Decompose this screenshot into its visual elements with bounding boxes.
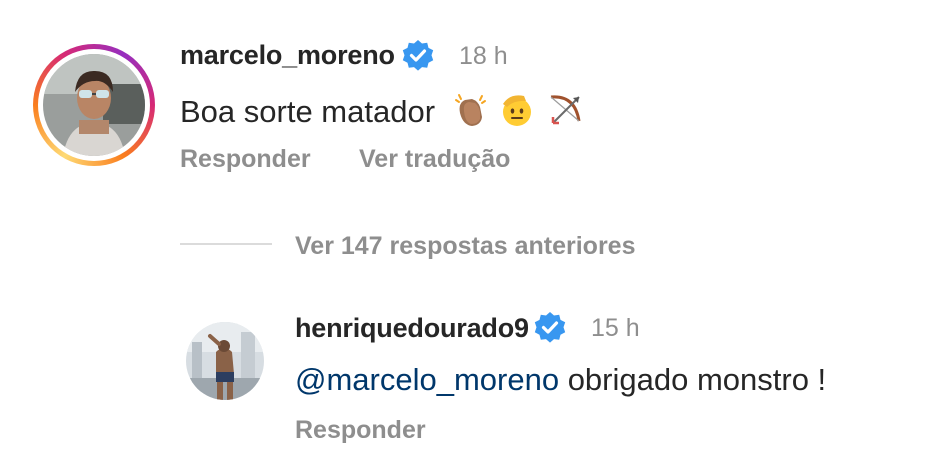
reply-button[interactable]: Responder [180, 145, 311, 174]
reply-button[interactable]: Responder [295, 416, 426, 445]
bow-and-arrow-emoji-icon [545, 91, 585, 137]
comment-text-row: Boa sorte matador [180, 91, 585, 137]
comment-timestamp: 18 h [459, 42, 508, 70]
verified-badge-icon [533, 311, 567, 345]
avatar[interactable] [43, 54, 145, 156]
clapping-hands-emoji-icon [452, 91, 490, 137]
reply-timestamp: 15 h [591, 314, 640, 342]
story-ring-gap [38, 49, 150, 161]
comment-text: Boa sorte matador [180, 94, 436, 130]
verified-badge-icon [401, 39, 435, 73]
view-previous-replies-button[interactable]: Ver 147 respostas anteriores [295, 232, 635, 261]
reply-text-row: @marcelo_moreno obrigado monstro ! [295, 362, 826, 398]
avatar-photo-marcelo [43, 54, 145, 156]
see-translation-button[interactable]: Ver tradução [359, 145, 510, 174]
saluting-face-emoji-icon [498, 91, 536, 137]
avatar-story-ring[interactable] [33, 44, 155, 166]
avatar-photo-henrique [186, 322, 264, 400]
reply-username[interactable]: henriquedourado9 [295, 313, 529, 344]
comment-username[interactable]: marcelo_moreno [180, 40, 395, 71]
mention-link[interactable]: @marcelo_moreno [295, 362, 559, 397]
replies-divider-line [180, 243, 272, 245]
reply-text: obrigado monstro ! [559, 362, 827, 397]
avatar[interactable] [186, 322, 264, 400]
